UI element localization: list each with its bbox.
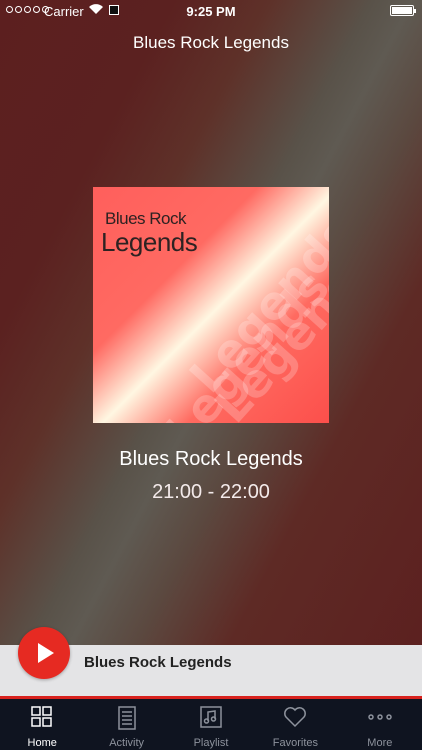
show-time: 21:00 - 22:00	[152, 481, 270, 503]
status-time: 9:25 PM	[186, 4, 236, 19]
artwork-line2: Legends	[101, 227, 198, 257]
tab-label: Favorites	[272, 737, 319, 749]
tab-more[interactable]: More	[338, 699, 422, 750]
tab-label: More	[367, 737, 393, 749]
more-icon	[368, 714, 392, 720]
tab-activity[interactable]: Activity	[84, 699, 168, 750]
music-note-icon	[200, 706, 222, 728]
show-title: Blues Rock Legends	[119, 448, 303, 470]
play-button[interactable]	[18, 627, 70, 679]
tab-label: Home	[27, 737, 57, 749]
tab-label: Activity	[109, 737, 145, 749]
status-bar: Carrier 9:25 PM	[0, 0, 422, 22]
mini-player-title: Blues Rock Legends	[84, 654, 232, 671]
grid-icon	[31, 706, 52, 727]
battery-icon	[390, 5, 416, 16]
artwork-line1: Blues Rock	[105, 209, 186, 228]
tab-favorites[interactable]: Favorites	[253, 699, 337, 750]
tab-playlist[interactable]: Playlist	[169, 699, 253, 750]
tab-label: Playlist	[193, 737, 229, 749]
page-title: Blues Rock Legends	[133, 33, 289, 52]
tab-home[interactable]: Home	[0, 699, 84, 750]
tab-bar: Home Activity Playlist Favorites More	[0, 699, 422, 750]
document-icon	[117, 706, 136, 730]
heart-icon	[284, 707, 307, 728]
album-artwork: Legends Legends Legends Blues Rock Legen…	[93, 187, 329, 423]
